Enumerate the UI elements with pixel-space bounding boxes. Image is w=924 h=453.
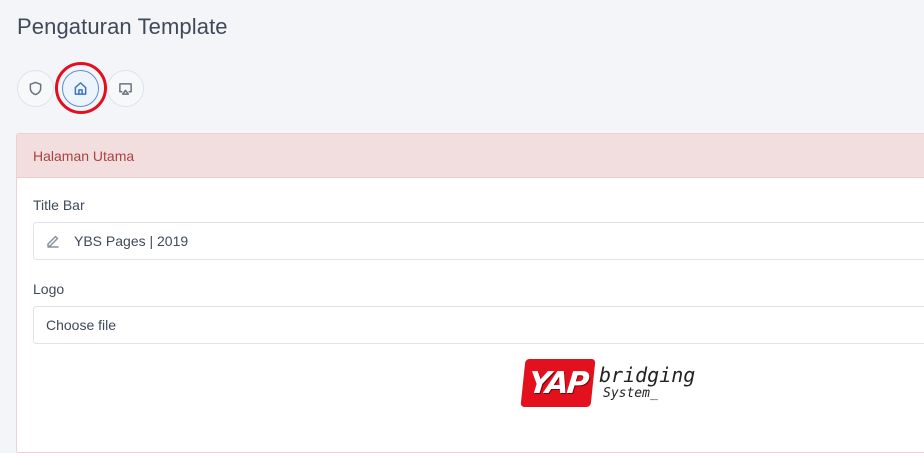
logo-label: Logo — [33, 281, 65, 297]
tab-home[interactable] — [62, 70, 99, 107]
template-tab-bar — [17, 70, 144, 107]
logo-line1: bridging — [599, 363, 696, 387]
pencil-icon — [46, 234, 60, 248]
title-bar-label: Title Bar — [33, 197, 85, 213]
file-input-placeholder: Choose file — [46, 317, 117, 333]
home-icon — [74, 82, 87, 95]
main-page-settings-card: Halaman Utama Title Bar Logo Choose file… — [16, 133, 924, 453]
logo-line2: System_ — [603, 386, 658, 401]
card-header: Halaman Utama — [17, 134, 924, 178]
logo-file-input[interactable]: Choose file — [33, 306, 924, 344]
title-bar-field[interactable] — [33, 222, 924, 260]
monitor-icon — [119, 83, 132, 95]
tab-security[interactable] — [17, 70, 54, 107]
page-title: Pengaturan Template — [17, 14, 228, 39]
tab-display[interactable] — [107, 70, 144, 107]
logo-preview: YAP bridging System_ — [520, 359, 695, 407]
logo-badge: YAP — [520, 359, 596, 407]
shield-icon — [29, 81, 42, 96]
logo-wordmark: bridging System_ — [599, 364, 695, 402]
title-bar-input[interactable] — [74, 233, 924, 249]
